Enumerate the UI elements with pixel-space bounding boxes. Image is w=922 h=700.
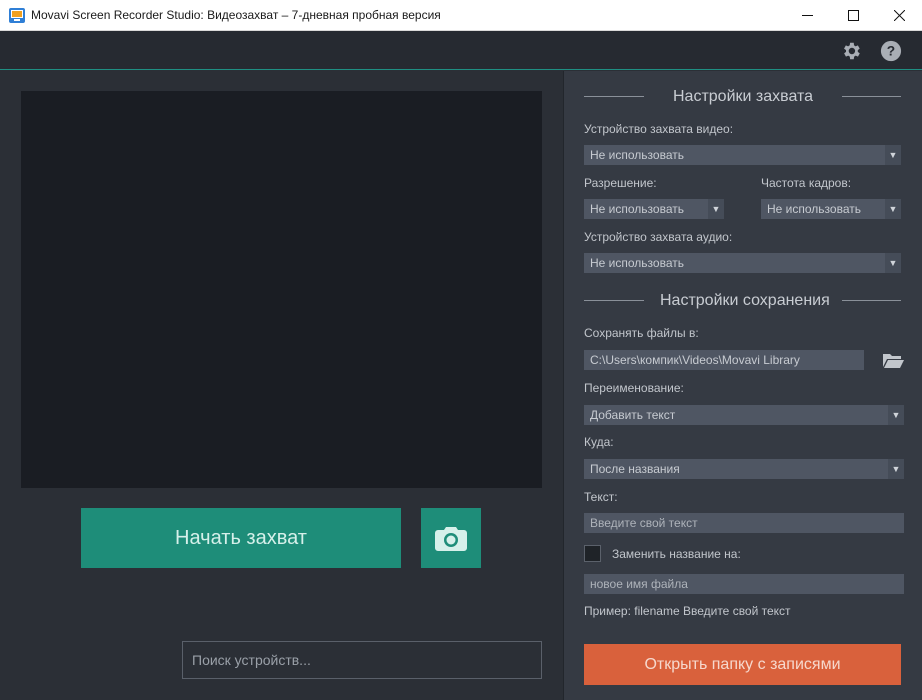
maximize-button[interactable] <box>830 0 876 31</box>
device-search-input[interactable] <box>182 641 542 679</box>
title-bar: Movavi Screen Recorder Studio: Видеозахв… <box>0 0 922 31</box>
new-filename-field[interactable]: новое имя файла <box>584 574 904 594</box>
text-label: Текст: <box>584 490 618 504</box>
save-settings-title: Настройки сохранения <box>660 292 830 309</box>
replace-name-label: Заменить название на: <box>612 547 741 561</box>
help-icon[interactable]: ? <box>880 40 902 62</box>
svg-text:?: ? <box>887 44 895 59</box>
audio-device-label: Устройство захвата аудио: <box>584 230 733 244</box>
video-device-select[interactable]: Не использовать ▼ <box>584 145 901 165</box>
chevron-down-icon: ▼ <box>885 199 901 219</box>
minimize-icon <box>801 15 813 16</box>
rename-select[interactable]: Добавить текст ▼ <box>584 405 904 425</box>
divider <box>842 300 901 301</box>
replace-name-checkbox[interactable] <box>584 545 601 562</box>
gear-icon[interactable] <box>840 40 862 62</box>
chevron-down-icon: ▼ <box>885 145 901 165</box>
divider <box>584 300 644 301</box>
video-device-value: Не использовать <box>590 148 684 162</box>
chevron-down-icon: ▼ <box>885 253 901 273</box>
start-capture-button[interactable]: Начать захват <box>81 508 401 568</box>
minimize-button[interactable] <box>784 0 830 31</box>
video-preview <box>21 91 542 488</box>
maximize-icon <box>847 10 859 21</box>
where-label: Куда: <box>584 435 614 449</box>
camera-icon <box>435 527 467 551</box>
app-logo-icon <box>9 8 25 23</box>
audio-device-select[interactable]: Не использовать ▼ <box>584 253 901 273</box>
open-recordings-folder-button[interactable]: Открыть папку с записями <box>584 644 901 685</box>
framerate-label: Частота кадров: <box>761 176 852 190</box>
window-title: Movavi Screen Recorder Studio: Видеозахв… <box>31 8 441 22</box>
snapshot-button[interactable] <box>421 508 481 568</box>
example-text: Пример: filename Введите свой текст <box>584 604 791 618</box>
chevron-down-icon: ▼ <box>888 405 904 425</box>
top-toolbar <box>0 31 922 70</box>
where-value: После названия <box>590 462 680 476</box>
framerate-value: Не использовать <box>767 202 861 216</box>
capture-settings-title: Настройки захвата <box>673 88 814 105</box>
folder-open-icon[interactable] <box>882 351 904 369</box>
custom-text-field[interactable]: Введите свой текст <box>584 513 904 533</box>
save-path-field[interactable]: C:\Users\компик\Videos\Movavi Library <box>584 350 864 370</box>
chevron-down-icon: ▼ <box>708 199 724 219</box>
rename-label: Переименование: <box>584 381 684 395</box>
video-device-label: Устройство захвата видео: <box>584 122 734 136</box>
resolution-select[interactable]: Не использовать ▼ <box>584 199 724 219</box>
close-button[interactable] <box>876 0 922 31</box>
framerate-select[interactable]: Не использовать ▼ <box>761 199 901 219</box>
save-to-label: Сохранять файлы в: <box>584 326 699 340</box>
where-select[interactable]: После названия ▼ <box>584 459 904 479</box>
rename-value: Добавить текст <box>590 408 676 422</box>
divider <box>584 96 644 97</box>
chevron-down-icon: ▼ <box>888 459 904 479</box>
resolution-value: Не использовать <box>590 202 684 216</box>
resolution-label: Разрешение: <box>584 176 657 190</box>
divider <box>842 96 901 97</box>
close-icon <box>893 10 905 21</box>
audio-device-value: Не использовать <box>590 256 684 270</box>
